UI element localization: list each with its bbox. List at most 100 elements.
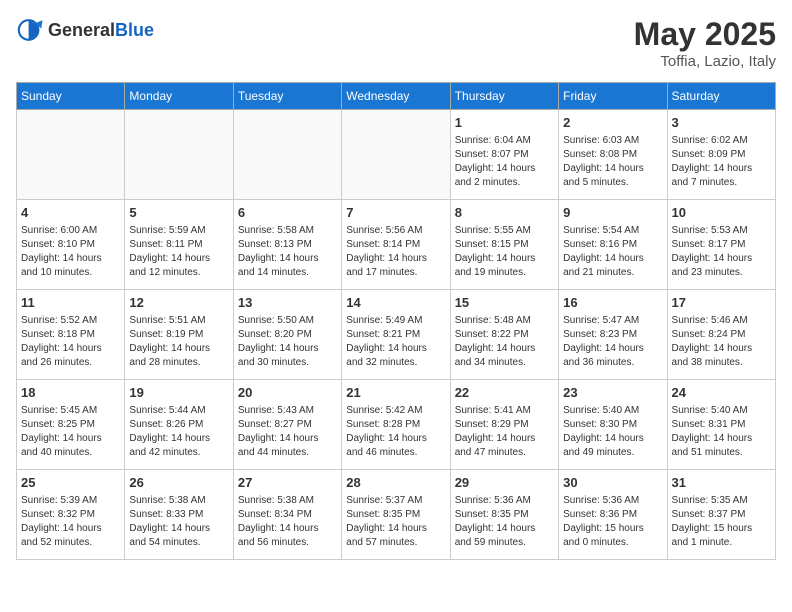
calendar-header-row: Sunday Monday Tuesday Wednesday Thursday…	[17, 83, 776, 110]
day-info: Sunrise: 6:04 AM Sunset: 8:07 PM Dayligh…	[455, 134, 554, 190]
day-number: 4	[21, 204, 120, 222]
calendar-cell: 11 Sunrise: 5:52 AM Sunset: 8:18 PM Dayli…	[17, 290, 125, 380]
calendar-cell: 9Sunrise: 5:54 AM Sunset: 8:16 PM Daylig…	[559, 200, 667, 290]
calendar-cell: 2Sunrise: 6:03 AM Sunset: 8:08 PM Daylig…	[559, 110, 667, 200]
calendar-cell: 29 Sunrise: 5:36 AM Sunset: 8:35 PM Dayli…	[450, 470, 558, 560]
day-number: 14	[346, 294, 445, 312]
logo-general: General	[48, 20, 115, 40]
day-number: 21	[346, 384, 445, 402]
week-row-1: 1 Sunrise: 6:04 AM Sunset: 8:07 PM Daylig…	[17, 110, 776, 200]
calendar-cell: 6Sunrise: 5:58 AM Sunset: 8:13 PM Daylig…	[233, 200, 341, 290]
day-number: 8	[455, 204, 554, 222]
day-number: 29	[455, 474, 554, 492]
calendar-cell: 22 Sunrise: 5:41 AM Sunset: 8:29 PM Dayli…	[450, 380, 558, 470]
calendar-cell: 23Sunrise: 5:40 AM Sunset: 8:30 PM Dayli…	[559, 380, 667, 470]
col-monday: Monday	[125, 83, 233, 110]
day-number: 15	[455, 294, 554, 312]
day-info: Sunrise: 5:42 AM Sunset: 8:28 PM Dayligh…	[346, 404, 445, 460]
logo: GeneralBlue	[16, 16, 154, 44]
calendar-cell: 15 Sunrise: 5:48 AM Sunset: 8:22 PM Dayli…	[450, 290, 558, 380]
calendar-cell: 16 Sunrise: 5:47 AM Sunset: 8:23 PM Dayli…	[559, 290, 667, 380]
day-number: 23	[563, 384, 662, 402]
day-info: Sunrise: 5:43 AM Sunset: 8:27 PM Dayligh…	[238, 404, 337, 460]
day-number: 1	[455, 114, 554, 132]
day-number: 26	[129, 474, 228, 492]
calendar-cell: 20 Sunrise: 5:43 AM Sunset: 8:27 PM Dayli…	[233, 380, 341, 470]
day-number: 31	[672, 474, 771, 492]
calendar-cell: 24 Sunrise: 5:40 AM Sunset: 8:31 PM Dayli…	[667, 380, 775, 470]
day-number: 5	[129, 204, 228, 222]
location-title: Toffia, Lazio, Italy	[634, 53, 776, 70]
day-number: 25	[21, 474, 120, 492]
day-info: Sunrise: 5:38 AM Sunset: 8:34 PM Dayligh…	[238, 494, 337, 550]
calendar-cell: 18 Sunrise: 5:45 AM Sunset: 8:25 PM Dayli…	[17, 380, 125, 470]
day-info: Sunrise: 5:56 AM Sunset: 8:14 PM Dayligh…	[346, 224, 445, 280]
day-info: Sunrise: 5:46 AM Sunset: 8:24 PM Dayligh…	[672, 314, 771, 370]
calendar-cell: 7 Sunrise: 5:56 AM Sunset: 8:14 PM Daylig…	[342, 200, 450, 290]
week-row-2: 4 Sunrise: 6:00 AM Sunset: 8:10 PM Daylig…	[17, 200, 776, 290]
calendar-cell: 27 Sunrise: 5:38 AM Sunset: 8:34 PM Dayli…	[233, 470, 341, 560]
calendar-cell: 21 Sunrise: 5:42 AM Sunset: 8:28 PM Dayli…	[342, 380, 450, 470]
col-wednesday: Wednesday	[342, 83, 450, 110]
day-number: 19	[129, 384, 228, 402]
day-number: 30	[563, 474, 662, 492]
calendar-cell: 1 Sunrise: 6:04 AM Sunset: 8:07 PM Daylig…	[450, 110, 558, 200]
calendar-cell: 25Sunrise: 5:39 AM Sunset: 8:32 PM Dayli…	[17, 470, 125, 560]
day-number: 10	[672, 204, 771, 222]
day-number: 20	[238, 384, 337, 402]
day-info: Sunrise: 5:36 AM Sunset: 8:35 PM Dayligh…	[455, 494, 554, 550]
calendar-cell: 19Sunrise: 5:44 AM Sunset: 8:26 PM Dayli…	[125, 380, 233, 470]
logo-blue: Blue	[115, 20, 154, 40]
logo-icon	[16, 16, 44, 44]
day-info: Sunrise: 5:48 AM Sunset: 8:22 PM Dayligh…	[455, 314, 554, 370]
calendar-cell: 12 Sunrise: 5:51 AM Sunset: 8:19 PM Dayli…	[125, 290, 233, 380]
calendar-cell: 4 Sunrise: 6:00 AM Sunset: 8:10 PM Daylig…	[17, 200, 125, 290]
day-info: Sunrise: 5:55 AM Sunset: 8:15 PM Dayligh…	[455, 224, 554, 280]
day-info: Sunrise: 6:02 AM Sunset: 8:09 PM Dayligh…	[672, 134, 771, 190]
day-info: Sunrise: 5:40 AM Sunset: 8:31 PM Dayligh…	[672, 404, 771, 460]
calendar-cell: 3 Sunrise: 6:02 AM Sunset: 8:09 PM Daylig…	[667, 110, 775, 200]
day-number: 22	[455, 384, 554, 402]
day-info: Sunrise: 5:54 AM Sunset: 8:16 PM Dayligh…	[563, 224, 662, 280]
day-info: Sunrise: 5:35 AM Sunset: 8:37 PM Dayligh…	[672, 494, 771, 550]
calendar-cell: 17 Sunrise: 5:46 AM Sunset: 8:24 PM Dayli…	[667, 290, 775, 380]
title-block: May 2025 Toffia, Lazio, Italy	[634, 16, 776, 70]
day-info: Sunrise: 5:52 AM Sunset: 8:18 PM Dayligh…	[21, 314, 120, 370]
day-info: Sunrise: 5:45 AM Sunset: 8:25 PM Dayligh…	[21, 404, 120, 460]
calendar-table: Sunday Monday Tuesday Wednesday Thursday…	[16, 82, 776, 560]
day-info: Sunrise: 5:51 AM Sunset: 8:19 PM Dayligh…	[129, 314, 228, 370]
col-sunday: Sunday	[17, 83, 125, 110]
calendar-cell: 14 Sunrise: 5:49 AM Sunset: 8:21 PM Dayli…	[342, 290, 450, 380]
week-row-4: 18 Sunrise: 5:45 AM Sunset: 8:25 PM Dayli…	[17, 380, 776, 470]
calendar-cell: 30 Sunrise: 5:36 AM Sunset: 8:36 PM Dayli…	[559, 470, 667, 560]
day-info: Sunrise: 5:47 AM Sunset: 8:23 PM Dayligh…	[563, 314, 662, 370]
day-number: 28	[346, 474, 445, 492]
calendar-cell: 5Sunrise: 5:59 AM Sunset: 8:11 PM Daylig…	[125, 200, 233, 290]
day-number: 3	[672, 114, 771, 132]
day-number: 16	[563, 294, 662, 312]
calendar-cell: 31 Sunrise: 5:35 AM Sunset: 8:37 PM Dayli…	[667, 470, 775, 560]
day-number: 24	[672, 384, 771, 402]
col-tuesday: Tuesday	[233, 83, 341, 110]
day-info: Sunrise: 5:41 AM Sunset: 8:29 PM Dayligh…	[455, 404, 554, 460]
day-info: Sunrise: 5:49 AM Sunset: 8:21 PM Dayligh…	[346, 314, 445, 370]
day-number: 13	[238, 294, 337, 312]
day-number: 2	[563, 114, 662, 132]
day-number: 12	[129, 294, 228, 312]
day-info: Sunrise: 5:38 AM Sunset: 8:33 PM Dayligh…	[129, 494, 228, 550]
day-number: 6	[238, 204, 337, 222]
day-info: Sunrise: 5:36 AM Sunset: 8:36 PM Dayligh…	[563, 494, 662, 550]
month-title: May 2025	[634, 16, 776, 53]
week-row-3: 11 Sunrise: 5:52 AM Sunset: 8:18 PM Dayli…	[17, 290, 776, 380]
col-saturday: Saturday	[667, 83, 775, 110]
day-number: 27	[238, 474, 337, 492]
page-header: GeneralBlue May 2025 Toffia, Lazio, Ital…	[16, 16, 776, 70]
col-thursday: Thursday	[450, 83, 558, 110]
day-number: 18	[21, 384, 120, 402]
calendar-cell: 10Sunrise: 5:53 AM Sunset: 8:17 PM Dayli…	[667, 200, 775, 290]
day-number: 7	[346, 204, 445, 222]
week-row-5: 25Sunrise: 5:39 AM Sunset: 8:32 PM Dayli…	[17, 470, 776, 560]
day-info: Sunrise: 6:00 AM Sunset: 8:10 PM Dayligh…	[21, 224, 120, 280]
day-number: 11	[21, 294, 120, 312]
day-number: 17	[672, 294, 771, 312]
